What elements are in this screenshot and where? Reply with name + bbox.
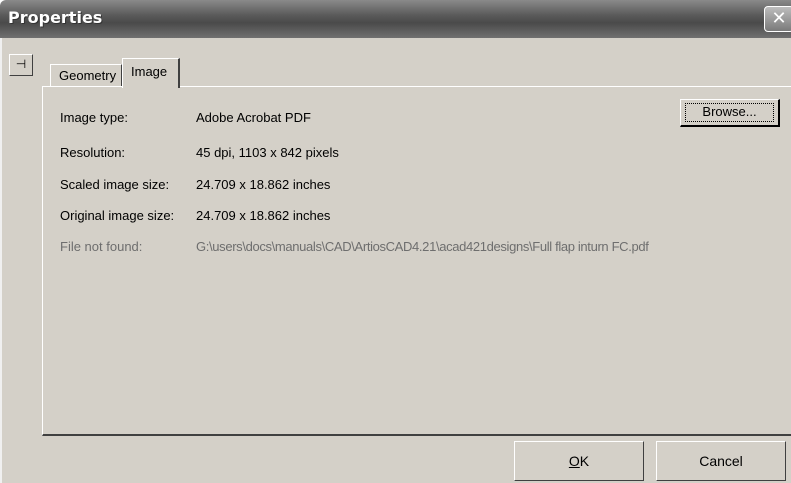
pin-button[interactable]: ⊣ <box>9 54 33 76</box>
pin-icon: ⊣ <box>15 57 27 71</box>
close-button[interactable]: ✕ <box>764 6 791 32</box>
original-size-value: 24.709 x 18.862 inches <box>196 208 331 223</box>
tab-image-label: Image <box>131 64 168 79</box>
ok-button[interactable]: OK <box>514 441 644 481</box>
focus-rectangle <box>685 103 774 122</box>
resolution-label: Resolution: <box>60 145 126 160</box>
ok-accelerator: O <box>568 453 580 469</box>
cancel-button-label: Cancel <box>699 453 743 469</box>
image-tab-panel <box>42 86 791 436</box>
close-icon: ✕ <box>771 8 787 29</box>
tab-geometry-label: Geometry <box>59 68 117 83</box>
scaled-size-value: 24.709 x 18.862 inches <box>196 177 331 192</box>
ok-button-label: K <box>579 453 590 469</box>
tab-geometry[interactable]: Geometry <box>50 64 122 86</box>
scaled-size-label: Scaled image size: <box>60 177 170 192</box>
cancel-button[interactable]: Cancel <box>656 441 786 481</box>
window-title: Properties <box>8 8 103 27</box>
file-path-value: G:\users\docs\manuals\CAD\ArtiosCAD4.21\… <box>196 239 649 254</box>
title-bar[interactable]: Properties ✕ <box>0 0 791 38</box>
tab-image[interactable]: Image <box>122 58 180 88</box>
image-type-value: Adobe Acrobat PDF <box>196 110 311 125</box>
browse-button[interactable]: Browse... <box>680 99 780 127</box>
file-not-found-label: File not found: <box>60 239 143 254</box>
original-size-label: Original image size: <box>60 208 175 223</box>
image-type-label: Image type: <box>60 110 128 125</box>
resolution-value: 45 dpi, 1103 x 842 pixels <box>196 145 339 160</box>
